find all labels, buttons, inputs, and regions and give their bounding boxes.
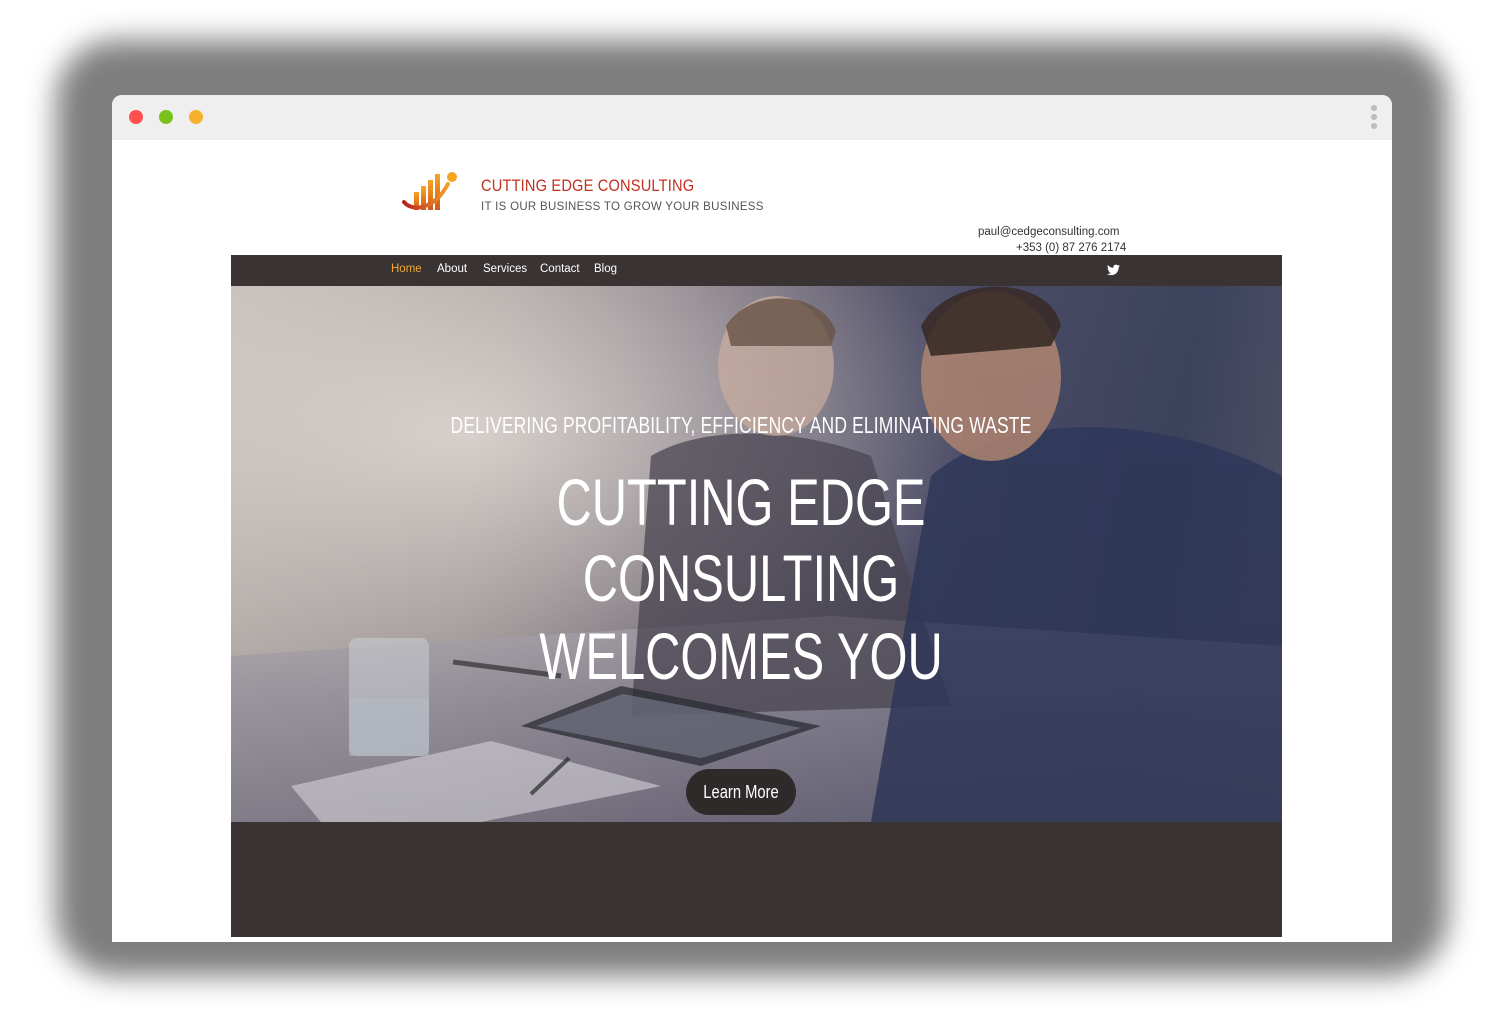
close-dot-icon[interactable] [129,110,143,124]
page-content: CUTTING EDGE CONSULTING IT IS OUR BUSINE… [112,140,1392,942]
hero-title-line-1: CUTTING EDGE [556,465,926,539]
bar-chart-swoosh-logo-icon[interactable] [402,168,462,214]
twitter-icon[interactable] [1107,264,1120,276]
learn-more-button[interactable]: Learn More [686,769,796,815]
learn-more-label: Learn More [703,782,779,802]
zoom-dot-icon[interactable] [189,110,203,124]
main-nav: Home About Services Contact Blog [231,255,1282,286]
hero-banner: DELIVERING PROFITABILITY, EFFICIENCY AND… [231,286,1282,822]
site-main: Home About Services Contact Blog DELIVER… [231,255,1282,937]
brand-tagline: IT IS OUR BUSINESS TO GROW YOUR BUSINESS [481,201,764,213]
nav-item-about[interactable]: About [437,263,467,275]
nav-item-contact[interactable]: Contact [540,263,580,275]
window-titlebar [112,95,1392,140]
contact-phone: +353 (0) 87 276 2174 [1016,242,1127,254]
nav-item-home[interactable]: Home [391,263,422,275]
nav-item-services[interactable]: Services [483,263,527,275]
hero-title-line-3: WELCOMES YOU [539,619,943,693]
brand-name[interactable]: CUTTING EDGE CONSULTING [481,176,694,196]
contact-email[interactable]: paul@cedgeconsulting.com [978,226,1119,238]
kebab-menu-icon[interactable] [1370,105,1378,131]
minimize-dot-icon[interactable] [159,110,173,124]
hero-subtitle: DELIVERING PROFITABILITY, EFFICIENCY AND… [450,412,1032,438]
browser-window: CUTTING EDGE CONSULTING IT IS OUR BUSINE… [112,95,1392,942]
nav-item-blog[interactable]: Blog [594,263,617,275]
hero-title-line-2: CONSULTING [582,541,900,615]
